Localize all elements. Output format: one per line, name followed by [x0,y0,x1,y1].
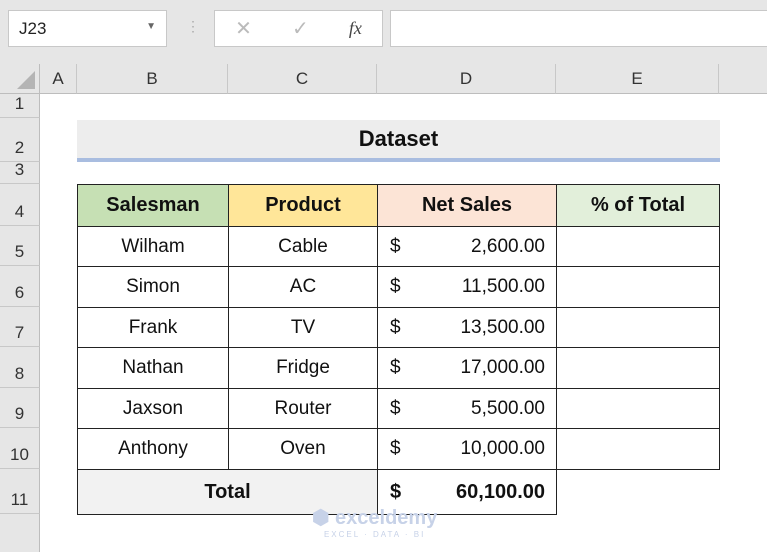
row-header-11[interactable]: 11 [0,469,40,514]
header-cell[interactable]: Net Sales [377,184,557,227]
percent-cell[interactable] [556,266,720,308]
column-header-B[interactable]: B [77,64,228,94]
total-label: Total [204,480,251,503]
product-cell[interactable]: Router [228,388,378,429]
product-cell[interactable]: Oven [228,428,378,470]
drag-handle-icon[interactable]: ⋮ [186,18,200,35]
column-header-E[interactable]: E [556,64,719,94]
net-sales-cell[interactable]: $10,000.00 [377,428,557,470]
currency-symbol: $ [390,480,402,503]
cancel-icon[interactable]: ✕ [235,16,252,41]
sales-value: 10,000.00 [460,438,545,459]
header-label: Product [265,194,341,216]
salesman-cell[interactable]: Jaxson [77,388,229,429]
sales-value: 5,500.00 [471,397,545,419]
header-label: Net Sales [421,194,513,216]
product: Fridge [276,357,330,378]
row-header-4[interactable]: 4 [0,184,40,226]
sales-value: 13,500.00 [460,316,545,338]
row-header-9[interactable]: 9 [0,388,40,428]
salesman-cell[interactable]: Anthony [77,428,229,470]
currency-symbol: $ [390,276,401,297]
row-header-2[interactable]: 2 [0,118,40,162]
formula-input[interactable] [390,10,767,47]
salesman-cell[interactable]: Wilham [77,226,229,267]
header-cell[interactable]: Product [228,184,378,227]
header-cell[interactable]: % of Total [556,184,720,227]
sales-value: 11,500.00 [461,276,545,297]
salesman-cell[interactable]: Frank [77,307,229,348]
product: AC [289,276,317,297]
column-header-A[interactable]: A [40,64,77,94]
salesman: Simon [126,276,180,297]
select-all-button[interactable] [0,64,40,94]
header-cell[interactable]: Salesman [77,184,229,227]
net-sales-cell[interactable]: $13,500.00 [377,307,557,348]
percent-cell[interactable] [556,388,720,429]
insert-function-icon[interactable]: fx [349,18,362,39]
salesman-cell[interactable]: Nathan [77,347,229,389]
net-sales-cell[interactable]: $17,000.00 [377,347,557,389]
enter-icon[interactable]: ✓ [292,16,309,41]
product: Router [274,397,332,419]
row-header-1[interactable]: 1 [0,94,40,118]
header-label: Salesman [106,194,200,216]
salesman: Frank [128,316,178,338]
exceldemy-watermark: ⬢ exceldemy EXCEL · DATA · BI [312,507,438,539]
row-header-10[interactable]: 10 [0,428,40,469]
percent-cell[interactable] [556,347,720,389]
row-header-8[interactable]: 8 [0,347,40,388]
product-cell[interactable]: Fridge [228,347,378,389]
percent-cell[interactable] [556,307,720,348]
net-sales-cell[interactable]: $11,500.00 [377,266,557,308]
currency-symbol: $ [390,235,401,257]
percent-cell[interactable] [556,428,720,470]
product: Oven [280,438,326,459]
salesman: Wilham [121,235,185,257]
header-label: % of Total [590,194,686,216]
salesman-cell[interactable]: Simon [77,266,229,308]
salesman: Anthony [118,438,188,459]
currency-symbol: $ [390,357,401,378]
column-header-F[interactable] [719,64,767,94]
total-value: 60,100.00 [456,480,545,503]
sales-value: 2,600.00 [471,235,545,257]
dataset-title: Dataset [77,120,720,162]
currency-symbol: $ [390,316,401,338]
sales-value: 17,000.00 [460,357,545,378]
column-header-D[interactable]: D [377,64,556,94]
row-header-5[interactable]: 5 [0,226,40,266]
row-header-3[interactable]: 3 [0,160,40,184]
row-header-6[interactable]: 6 [0,266,40,307]
net-sales-cell[interactable]: $2,600.00 [377,226,557,267]
row-header-7[interactable]: 7 [0,307,40,347]
product-cell[interactable]: TV [228,307,378,348]
formula-buttons: ✕ ✓ fx [214,10,383,47]
product: TV [290,316,316,338]
row-header-12[interactable] [0,514,40,552]
name-box[interactable]: J23 ▼ [8,10,167,47]
salesman: Jaxson [122,397,184,419]
chevron-down-icon[interactable]: ▼ [146,21,156,32]
column-header-C[interactable]: C [228,64,377,94]
product: Cable [278,235,328,257]
product-cell[interactable]: AC [228,266,378,308]
name-box-value: J23 [19,19,47,38]
currency-symbol: $ [390,397,401,419]
percent-cell[interactable] [556,226,720,267]
salesman: Nathan [122,357,184,378]
product-cell[interactable]: Cable [228,226,378,267]
net-sales-cell[interactable]: $5,500.00 [377,388,557,429]
currency-symbol: $ [390,438,401,459]
